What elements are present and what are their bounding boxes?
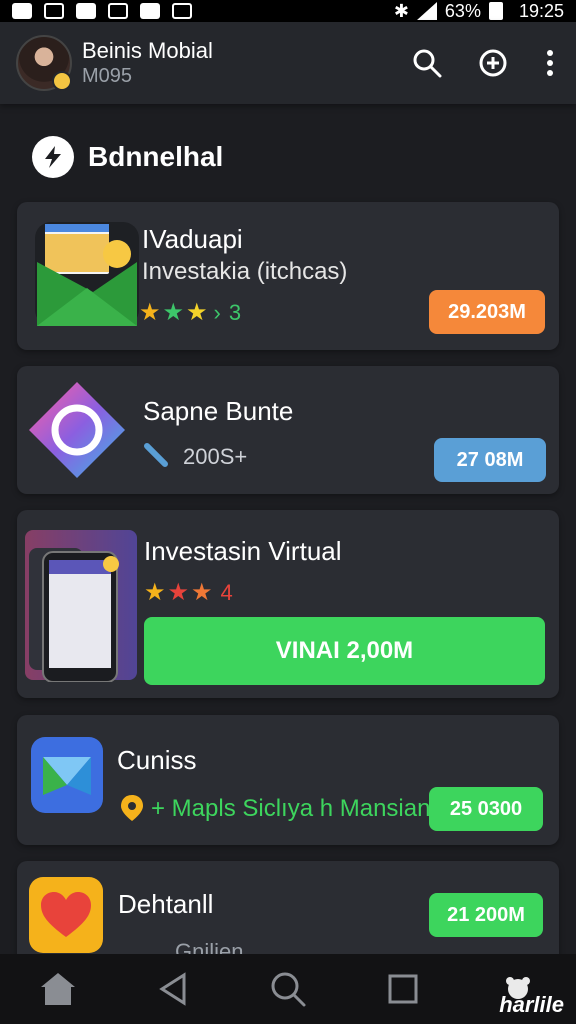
header-subtitle: M095 <box>82 65 133 87</box>
section-header: Bdnnelhal <box>32 136 223 178</box>
notification-icon <box>140 3 160 19</box>
header-title: Beinis Mobial <box>82 38 213 63</box>
nav-search[interactable] <box>258 959 318 1019</box>
card-subtitle: + Mapls Siclıya h Mansian <box>151 795 431 822</box>
price-pill[interactable]: 27 08M <box>434 438 546 482</box>
card-title: Investasin Virtual <box>144 536 342 566</box>
card-subtitle: 200S+ <box>183 444 248 469</box>
card-title: Dehtanll <box>118 889 214 919</box>
primary-action-button[interactable]: VINAI 2,00M <box>144 617 545 685</box>
header-actions <box>408 44 560 82</box>
star-icon: ★ <box>191 579 213 606</box>
add-button[interactable] <box>474 44 512 82</box>
map-pin-icon <box>121 795 143 821</box>
star-icon: ★ <box>167 579 190 606</box>
notification-icon <box>172 3 192 19</box>
add-circle-icon <box>479 49 507 77</box>
app-card[interactable]: IVaduapi Investakia (itchcas) ★ ★ ★ › 3 … <box>17 202 559 350</box>
watermark: harlile <box>499 992 564 1017</box>
star-icon: ★ <box>162 299 185 326</box>
battery-percent: 63% <box>444 0 481 21</box>
rating-count: 3 <box>228 300 242 325</box>
notification-icons <box>12 3 192 19</box>
notification-icon <box>108 3 128 19</box>
search-icon <box>413 49 442 78</box>
avatar-badge <box>52 71 72 91</box>
app-card[interactable]: Cuniss + Mapls Siclıya h Mansian 25 0300 <box>17 715 559 845</box>
price-pill[interactable]: 21 200M <box>429 893 543 937</box>
notification-icon <box>76 3 96 19</box>
rating: ★ ★ ★ 4 <box>144 580 233 606</box>
card-title: IVaduapi <box>142 224 243 254</box>
signal-icon <box>416 2 437 20</box>
card-title: Cuniss <box>117 745 197 775</box>
app-icon-mail <box>31 737 103 813</box>
star-icon: ★ <box>139 299 161 326</box>
price-pill[interactable]: 25 0300 <box>429 787 543 831</box>
search-icon <box>271 972 306 1007</box>
card-subtitle: Investakia (itchcas) <box>142 258 348 285</box>
chevron-right-icon: › <box>213 300 221 325</box>
more-vert-icon <box>547 50 553 76</box>
bluetooth-icon: ✱ <box>393 0 409 21</box>
app-card[interactable]: Sapne Bunte 200S+ 27 08M <box>17 366 559 494</box>
pencil-icon <box>144 443 168 467</box>
battery-icon <box>488 2 503 20</box>
section-title: Bdnnelhal <box>88 141 224 172</box>
system-status: ✱ 63% 19:25 <box>394 1 564 22</box>
navigation-bar: harlile <box>0 954 576 1024</box>
card-title: Sapne Bunte <box>143 396 294 426</box>
clock: 19:25 <box>518 0 564 21</box>
rating: ★ ★ ★ › 3 <box>139 300 241 326</box>
app-header: Beinis Mobial M095 <box>0 22 576 104</box>
app-card-featured[interactable]: Investasin Virtual ★ ★ ★ 4 VINAI 2,00M <box>17 510 559 698</box>
status-bar: ✱ 63% 19:25 <box>0 0 576 22</box>
home-icon <box>40 973 75 1005</box>
app-icon-heart <box>29 877 103 953</box>
app-icon-phones <box>25 530 137 682</box>
nav-back[interactable] <box>143 959 203 1019</box>
notification-icon <box>12 3 32 19</box>
nav-home[interactable] <box>28 959 88 1019</box>
app-icon-envelope <box>35 222 139 326</box>
search-button[interactable] <box>408 44 446 82</box>
app-icon-ring <box>29 382 125 478</box>
nav-recents[interactable] <box>373 959 433 1019</box>
more-options-button[interactable] <box>540 44 560 82</box>
bolt-icon <box>45 146 61 168</box>
price-pill[interactable]: 29.203M <box>429 290 545 334</box>
star-icon: ★ <box>186 299 208 326</box>
header-text: Beinis Mobial M095 <box>82 38 213 88</box>
avatar[interactable] <box>16 35 72 91</box>
star-icon: ★ <box>144 579 166 606</box>
rating-count: 4 <box>220 580 233 605</box>
notification-icon <box>44 3 64 19</box>
section-icon <box>32 136 74 178</box>
back-icon <box>158 972 186 1006</box>
recents-icon <box>388 974 418 1004</box>
